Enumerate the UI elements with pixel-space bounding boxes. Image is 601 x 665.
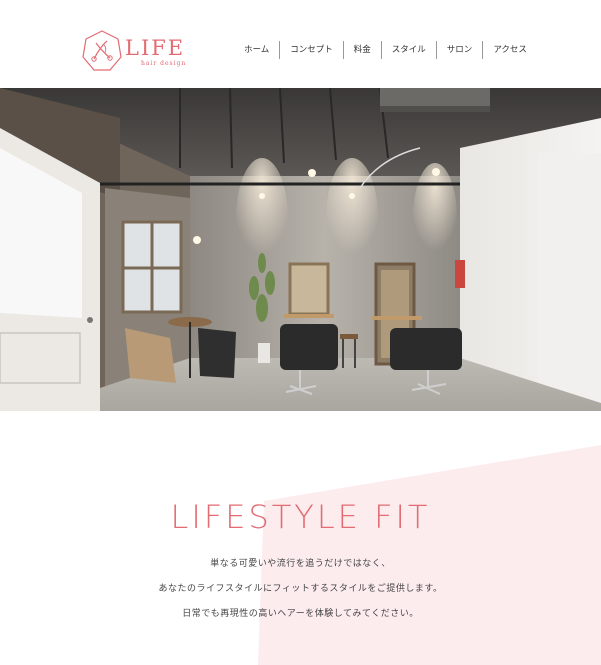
- nav-item-home[interactable]: ホーム: [234, 41, 279, 59]
- logo-mark-icon: [82, 30, 122, 71]
- concept-headline: LIFESTYLE FIT: [170, 498, 431, 536]
- nav-item-style[interactable]: スタイル: [380, 41, 436, 59]
- nav-item-price[interactable]: 料金: [342, 41, 381, 59]
- nav-item-salon[interactable]: サロン: [435, 41, 483, 59]
- salon-interior-illustration: [0, 88, 601, 411]
- concept-line-3: 日常でも再現性の高いヘアーを体験してみてください。: [182, 609, 419, 619]
- nav-item-access[interactable]: アクセス: [482, 41, 537, 59]
- pink-shape: [258, 445, 601, 665]
- nav-item-concept[interactable]: コンセプト: [279, 41, 343, 59]
- concept-line-2: あなたのライフスタイルにフィットするスタイルをご提供します。: [158, 584, 443, 594]
- logo-wordmark: LIFE: [125, 36, 186, 60]
- concept-line-1: 単なる可愛いや流行を追うだけではなく、: [210, 559, 391, 569]
- main-nav: ホーム コンセプト 料金 スタイル サロン アクセス: [234, 41, 537, 59]
- hero-image: [0, 88, 601, 411]
- logo-subtitle: hair design: [141, 60, 187, 67]
- concept-background: [0, 411, 601, 665]
- logo[interactable]: LIFE hair design: [80, 29, 190, 73]
- site-header: LIFE hair design ホーム コンセプト 料金 スタイル サロン ア…: [0, 0, 601, 88]
